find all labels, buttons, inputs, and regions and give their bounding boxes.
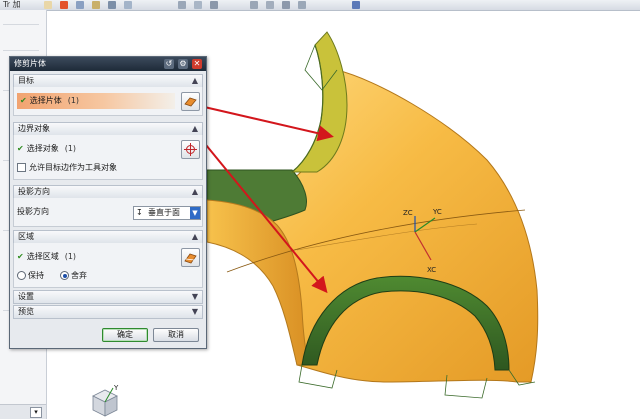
cancel-button[interactable]: 取消	[153, 328, 199, 342]
reset-icon[interactable]: ↺	[164, 59, 174, 69]
chevron-up-icon[interactable]: ▲	[192, 231, 198, 243]
toolbar-line-icon[interactable]	[250, 1, 258, 9]
toolbar-shape-icon[interactable]	[92, 1, 100, 9]
trim-sheet-dialog: 修剪片体 ↺ ⚙ ✕ 目标 ▲ ✔ 选择片体 (1) 边界对象 ▲ ✔ 选择对象 (1)…	[9, 56, 207, 349]
chevron-down-icon[interactable]: ▼	[192, 291, 198, 303]
normal-to-face-icon: ↧	[136, 208, 143, 217]
toolbar-view-icon[interactable]	[108, 1, 116, 9]
select-object-count: (1)	[64, 144, 77, 153]
toolbar-doc-icon[interactable]	[44, 1, 52, 9]
chevron-up-icon[interactable]: ▲	[192, 186, 198, 198]
check-icon: ✔	[17, 252, 24, 261]
chevron-down-icon[interactable]: ▼	[190, 207, 200, 219]
toolbar-arc-icon[interactable]	[266, 1, 274, 9]
toolbar-render-icon[interactable]	[124, 1, 132, 9]
chevron-up-icon[interactable]: ▲	[192, 75, 198, 87]
toolbar-filter-icon[interactable]	[298, 1, 306, 9]
check-icon: ✔	[20, 96, 27, 105]
select-object-label: 选择对象	[26, 144, 59, 153]
sheet-icon	[184, 97, 197, 107]
allow-target-edge-label: 允许目标边作为工具对象	[29, 163, 117, 172]
crosshair-icon	[184, 143, 197, 156]
select-object-row[interactable]: ✔ 选择对象 (1)	[17, 143, 76, 155]
sheet-select-button[interactable]	[181, 92, 200, 111]
gear-icon[interactable]: ⚙	[178, 59, 188, 69]
select-region-count: (1)	[64, 252, 77, 261]
keep-radio[interactable]	[17, 271, 26, 280]
select-region-row[interactable]: ✔ 选择区域 (1)	[17, 251, 76, 263]
toolbar-text: Tr 加	[3, 0, 21, 9]
toolbar-color-icon[interactable]	[60, 1, 68, 9]
toolbar-tool-icon[interactable]	[76, 1, 84, 9]
region-select-button[interactable]	[181, 248, 200, 267]
panel-footer: ▾	[0, 404, 46, 419]
keep-option[interactable]: 保持	[17, 270, 44, 282]
chevron-up-icon[interactable]: ▲	[192, 123, 198, 135]
discard-option[interactable]: 舍弃	[60, 270, 87, 282]
projection-label: 投影方向	[17, 207, 49, 216]
discard-radio[interactable]	[60, 271, 69, 280]
allow-target-edge-row[interactable]: 允许目标边作为工具对象	[17, 162, 117, 174]
zc-label: ZC	[403, 209, 413, 217]
projection-section: 投影方向 ↧ 垂直于面 ▼	[13, 198, 203, 227]
region-section: ✔ 选择区域 (1) 保持 舍弃	[13, 243, 203, 288]
region-section-header[interactable]: 区域 ▲	[13, 230, 203, 244]
target-section: ✔ 选择片体 (1)	[13, 87, 203, 116]
region-icon	[184, 253, 197, 264]
select-sheet-label: 选择片体	[29, 96, 62, 105]
target-section-header[interactable]: 目标 ▲	[13, 74, 203, 88]
allow-target-edge-checkbox[interactable]	[17, 163, 26, 172]
object-select-button[interactable]	[181, 140, 200, 159]
discard-label: 舍弃	[71, 271, 87, 280]
panel-row	[3, 50, 39, 51]
view-triad-y-label: Y	[113, 384, 119, 392]
toolbar-measure-icon[interactable]	[282, 1, 290, 9]
view-triad	[92, 387, 118, 417]
xc-label: XC	[427, 266, 436, 274]
boundary-section-header[interactable]: 边界对象 ▲	[13, 122, 203, 136]
projection-selected: 垂直于面	[148, 208, 180, 217]
select-region-label: 选择区域	[26, 252, 59, 261]
ok-button[interactable]: 确定	[102, 328, 148, 342]
chevron-down-icon[interactable]: ▾	[30, 407, 42, 418]
boundary-section: ✔ 选择对象 (1) 允许目标边作为工具对象	[13, 135, 203, 180]
projection-direction-select[interactable]: ↧ 垂直于面 ▼	[133, 206, 201, 220]
check-icon: ✔	[17, 144, 24, 153]
toolbar-grid-icon[interactable]	[194, 1, 202, 9]
yc-label: YC	[432, 208, 442, 216]
select-sheet-count: (1)	[67, 96, 80, 105]
chevron-down-icon[interactable]: ▼	[192, 306, 198, 318]
close-icon[interactable]: ✕	[192, 59, 202, 69]
select-sheet-row[interactable]: ✔ 选择片体 (1)	[17, 93, 175, 109]
keep-label: 保持	[28, 271, 44, 280]
dialog-title: 修剪片体	[14, 59, 46, 68]
toolbar-snap-icon[interactable]	[178, 1, 186, 9]
preview-section-header[interactable]: 预览 ▼	[13, 305, 203, 319]
settings-section-header[interactable]: 设置 ▼	[13, 290, 203, 304]
dialog-title-bar[interactable]: 修剪片体 ↺ ⚙ ✕	[10, 57, 206, 71]
projection-section-header[interactable]: 投影方向 ▲	[13, 185, 203, 199]
toolbar-settings-icon[interactable]	[352, 1, 360, 9]
panel-row	[3, 24, 39, 25]
toolbar-point-icon[interactable]	[210, 1, 218, 9]
